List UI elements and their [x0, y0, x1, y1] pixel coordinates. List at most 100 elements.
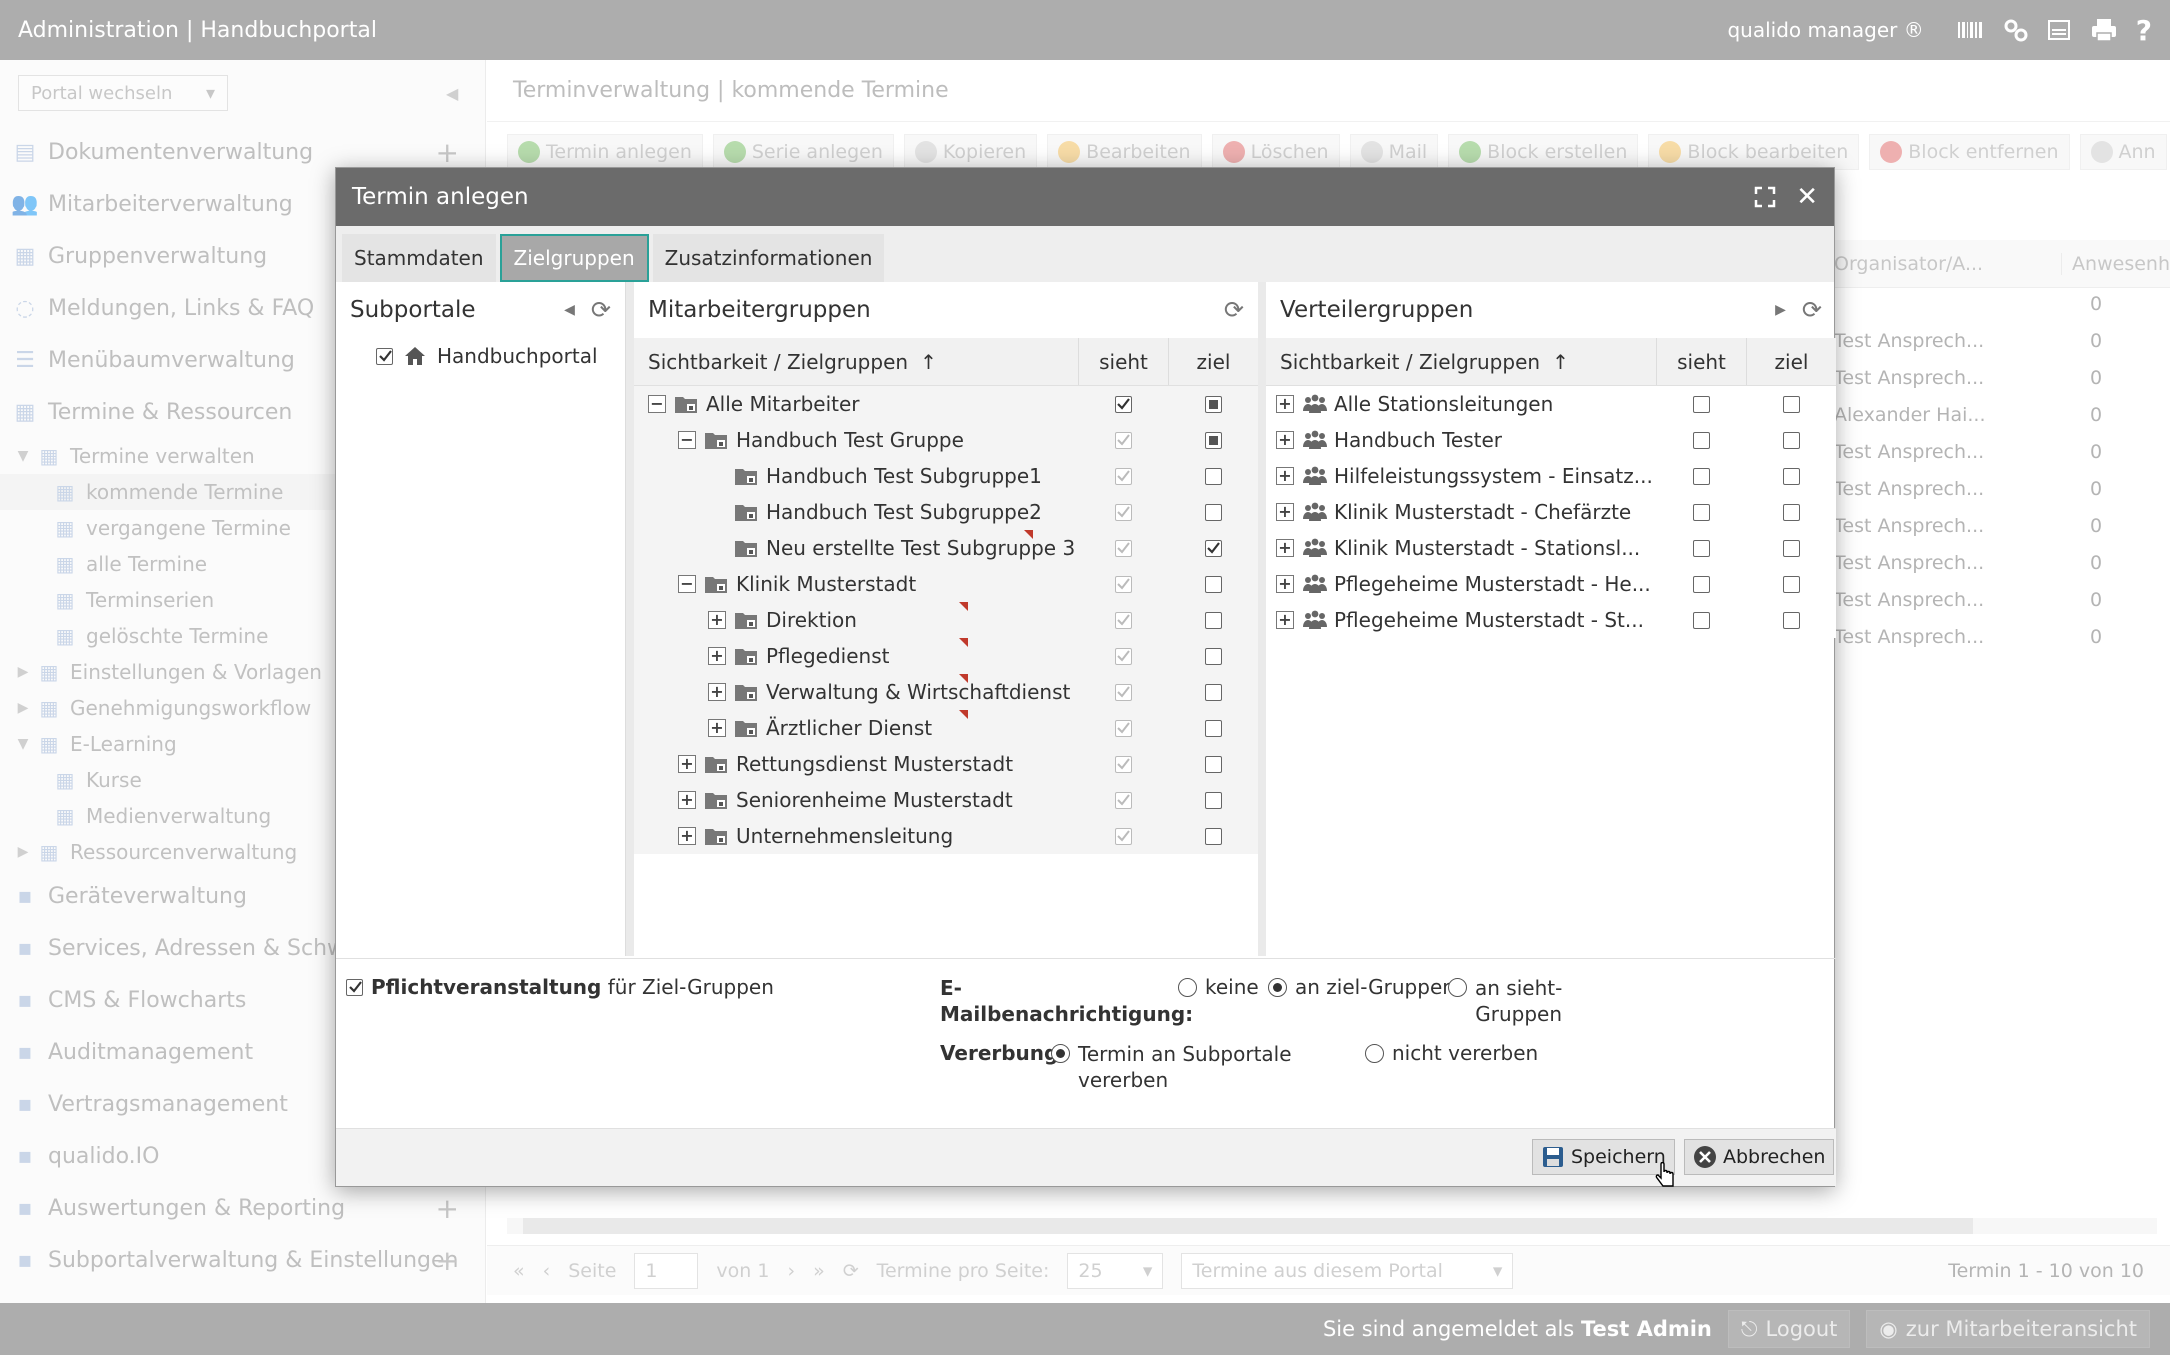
subportal-checkbox[interactable] — [376, 347, 393, 365]
vererbung-option-subportale[interactable]: Termin an Subportale vererben — [1051, 1041, 1292, 1093]
column-ziel[interactable]: ziel — [1746, 338, 1836, 385]
refresh-icon[interactable]: ⟳ — [1802, 296, 1822, 324]
tab-zielgruppen[interactable]: Zielgruppen — [499, 234, 649, 282]
tree-row[interactable]: + Pflegedienst — [634, 638, 1258, 674]
sieht-checkbox[interactable] — [1692, 395, 1710, 413]
ziel-checkbox[interactable] — [1782, 611, 1800, 629]
subportal-item[interactable]: Handbuchportal — [336, 338, 625, 374]
ziel-checkbox[interactable] — [1204, 791, 1222, 809]
panel-splitter[interactable] — [626, 282, 634, 956]
tree-row[interactable]: + Rettungsdienst Musterstadt — [634, 746, 1258, 782]
refresh-icon[interactable]: ⟳ — [1224, 296, 1244, 324]
column-sieht[interactable]: sieht — [1656, 338, 1746, 385]
email-option-ziel[interactable]: an ziel-Gruppen — [1268, 975, 1455, 999]
ziel-checkbox[interactable] — [1782, 395, 1800, 413]
radio-nicht-vererben[interactable] — [1365, 1043, 1384, 1063]
sieht-checkbox[interactable] — [1114, 575, 1132, 593]
expand-icon[interactable]: + — [1276, 431, 1294, 449]
column-ziel[interactable]: ziel — [1168, 338, 1258, 385]
column-sichtbarkeit[interactable]: Sichtbarkeit / Zielgruppen ↑ — [634, 350, 1078, 374]
column-sichtbarkeit[interactable]: Sichtbarkeit / Zielgruppen ↑ — [1266, 350, 1656, 374]
expand-icon[interactable]: + — [708, 647, 726, 665]
ziel-checkbox[interactable] — [1204, 575, 1222, 593]
sieht-checkbox[interactable] — [1114, 791, 1132, 809]
refresh-icon[interactable]: ⟳ — [591, 296, 611, 324]
ziel-checkbox[interactable] — [1782, 467, 1800, 485]
expand-icon[interactable]: + — [1276, 395, 1294, 413]
tree-row[interactable]: + Seniorenheime Musterstadt — [634, 782, 1258, 818]
panel-splitter[interactable] — [1258, 282, 1266, 956]
tree-row[interactable]: + Alle Stationsleitungen — [1266, 386, 1836, 422]
expand-icon[interactable]: + — [678, 791, 696, 809]
ziel-checkbox[interactable] — [1204, 755, 1222, 773]
tree-row[interactable]: + Unternehmensleitung — [634, 818, 1258, 854]
ziel-checkbox[interactable] — [1782, 575, 1800, 593]
tree-row[interactable]: + Pflegeheime Musterstadt - He... — [1266, 566, 1836, 602]
tree-row[interactable]: + Verwaltung & Wirtschaftdienst — [634, 674, 1258, 710]
pflicht-checkbox[interactable] — [346, 978, 363, 996]
tree-row[interactable]: − Handbuch Test Gruppe — [634, 422, 1258, 458]
tree-row[interactable]: − Klinik Musterstadt — [634, 566, 1258, 602]
email-option-keine[interactable]: keine — [1178, 975, 1259, 999]
tree-row[interactable]: + Hilfeleistungssystem - Einsatz... — [1266, 458, 1836, 494]
sieht-checkbox[interactable] — [1114, 719, 1132, 737]
ziel-checkbox[interactable] — [1782, 431, 1800, 449]
tree-row[interactable]: Handbuch Test Subgruppe2 — [634, 494, 1258, 530]
radio-ziel[interactable] — [1268, 977, 1287, 997]
expand-icon[interactable]: + — [708, 683, 726, 701]
cancel-button[interactable]: Abbrechen — [1684, 1139, 1835, 1175]
ziel-checkbox[interactable] — [1204, 395, 1222, 413]
collapse-icon[interactable]: − — [678, 431, 696, 449]
sieht-checkbox[interactable] — [1692, 611, 1710, 629]
ziel-checkbox[interactable] — [1204, 719, 1222, 737]
sieht-checkbox[interactable] — [1114, 395, 1132, 413]
ziel-checkbox[interactable] — [1204, 683, 1222, 701]
expand-icon[interactable]: + — [708, 611, 726, 629]
tree-row[interactable]: Handbuch Test Subgruppe1 — [634, 458, 1258, 494]
tree-row[interactable]: − Alle Mitarbeiter — [634, 386, 1258, 422]
ziel-checkbox[interactable] — [1204, 431, 1222, 449]
tree-row[interactable]: Neu erstellte Test Subgruppe 3 — [634, 530, 1258, 566]
radio-vererben[interactable] — [1051, 1044, 1070, 1063]
sieht-checkbox[interactable] — [1692, 539, 1710, 557]
email-option-sieht[interactable]: an sieht- Gruppen — [1448, 975, 1562, 1027]
ziel-checkbox[interactable] — [1782, 503, 1800, 521]
pflicht-option[interactable]: Pflichtveranstaltung für Ziel-Gruppen — [346, 975, 774, 999]
sieht-checkbox[interactable] — [1692, 431, 1710, 449]
ziel-checkbox[interactable] — [1204, 611, 1222, 629]
tab-zusatzinformationen[interactable]: Zusatzinformationen — [652, 234, 885, 282]
expand-icon[interactable]: + — [678, 755, 696, 773]
radio-sieht[interactable] — [1448, 978, 1467, 997]
sieht-checkbox[interactable] — [1692, 503, 1710, 521]
expand-icon[interactable]: + — [1276, 611, 1294, 629]
ziel-checkbox[interactable] — [1204, 503, 1222, 521]
expand-icon[interactable]: + — [678, 827, 696, 845]
sieht-checkbox[interactable] — [1114, 647, 1132, 665]
sieht-checkbox[interactable] — [1114, 539, 1132, 557]
sieht-checkbox[interactable] — [1114, 683, 1132, 701]
tab-stammdaten[interactable]: Stammdaten — [342, 234, 496, 282]
expand-icon[interactable]: + — [1276, 539, 1294, 557]
sieht-checkbox[interactable] — [1114, 755, 1132, 773]
collapse-right-icon[interactable]: ▶ — [1775, 302, 1786, 318]
tree-row[interactable]: + Klinik Musterstadt - Chefärzte — [1266, 494, 1836, 530]
sieht-checkbox[interactable] — [1114, 503, 1132, 521]
tree-row[interactable]: + Ärztlicher Dienst — [634, 710, 1258, 746]
tree-row[interactable]: + Handbuch Tester — [1266, 422, 1836, 458]
ziel-checkbox[interactable] — [1204, 827, 1222, 845]
collapse-icon[interactable]: − — [648, 395, 666, 413]
expand-icon[interactable]: + — [1276, 503, 1294, 521]
column-sieht[interactable]: sieht — [1078, 338, 1168, 385]
sieht-checkbox[interactable] — [1114, 611, 1132, 629]
collapse-icon[interactable]: − — [678, 575, 696, 593]
expand-icon[interactable]: + — [1276, 467, 1294, 485]
sieht-checkbox[interactable] — [1114, 467, 1132, 485]
ziel-checkbox[interactable] — [1782, 539, 1800, 557]
collapse-left-icon[interactable]: ◀ — [564, 302, 575, 318]
sieht-checkbox[interactable] — [1114, 827, 1132, 845]
sieht-checkbox[interactable] — [1692, 467, 1710, 485]
ziel-checkbox[interactable] — [1204, 467, 1222, 485]
tree-row[interactable]: + Pflegeheime Musterstadt - St... — [1266, 602, 1836, 638]
expand-icon[interactable]: + — [708, 719, 726, 737]
ziel-checkbox[interactable] — [1204, 539, 1222, 557]
